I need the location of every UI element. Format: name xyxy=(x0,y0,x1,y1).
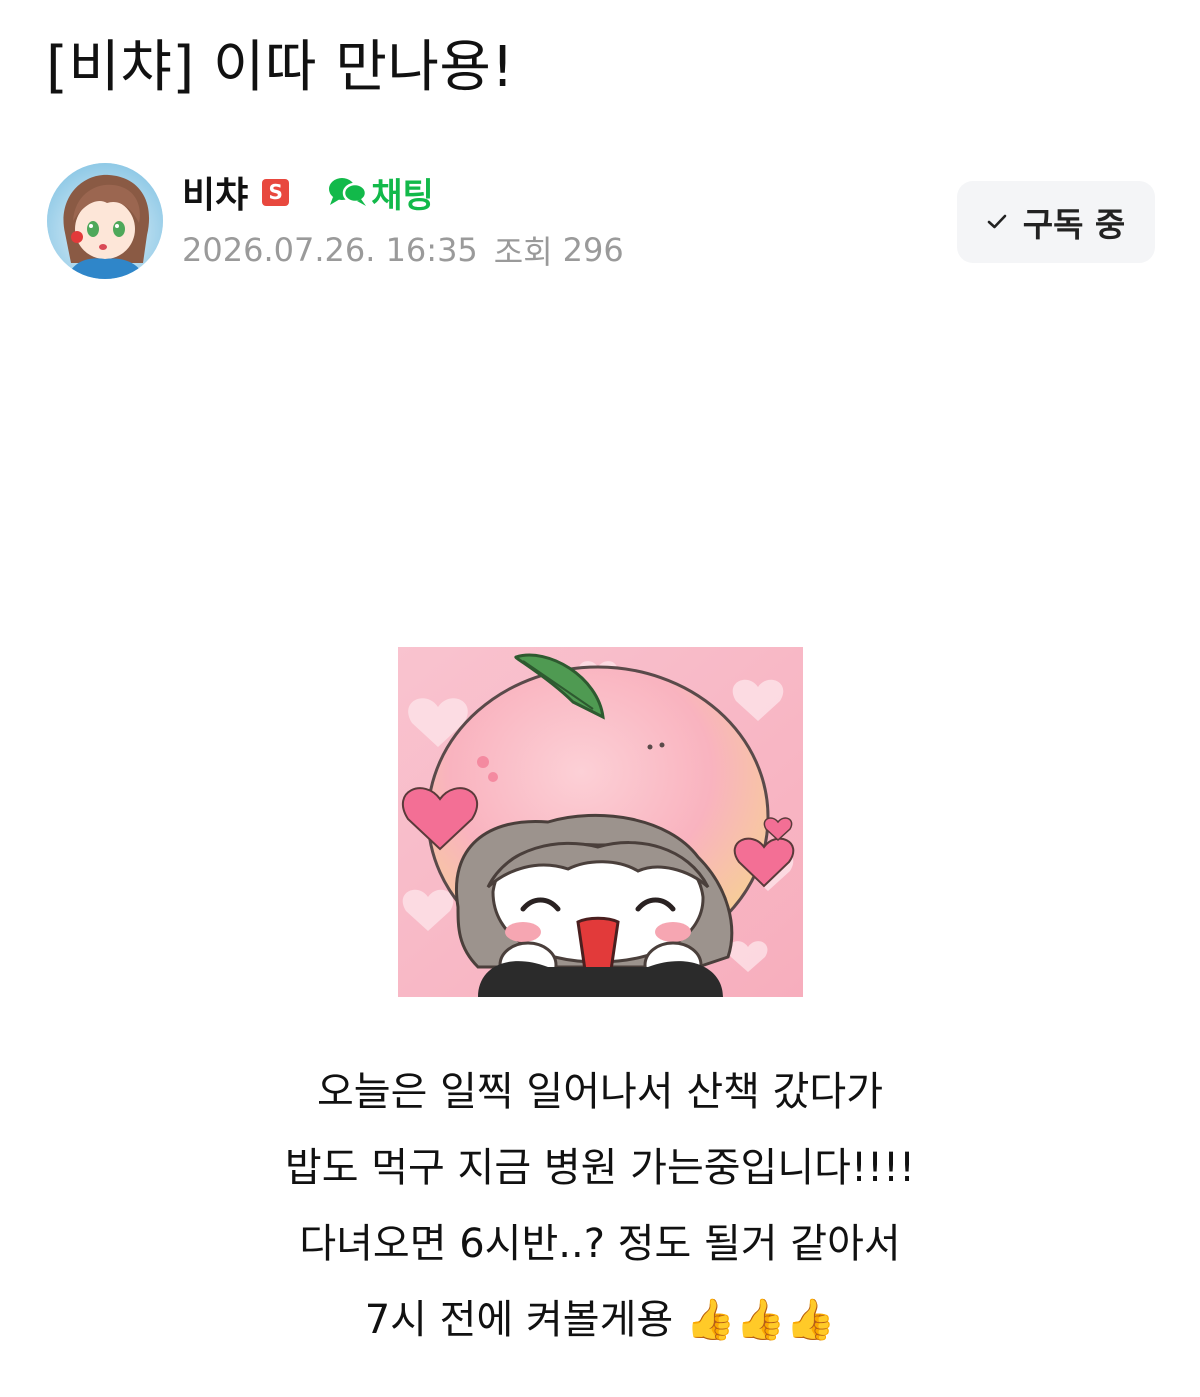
post-date: 2026.07.26. 16:35 xyxy=(182,231,478,269)
peach-sticker-image xyxy=(398,647,803,997)
peach-hat-girl-icon xyxy=(398,647,803,997)
post-title: [비챠] 이따 만나용! xyxy=(46,35,515,100)
author-avatar[interactable] xyxy=(47,163,163,279)
author-badge: S xyxy=(262,178,290,206)
body-line: 다녀오면 6시반..? 정도 될거 같아서 xyxy=(299,1221,901,1267)
post-meta: 2026.07.26. 16:35 조회 296 xyxy=(182,227,624,273)
thumbs-up-emoji: 👍👍👍 xyxy=(685,1297,836,1343)
chat-label: 채팅 xyxy=(371,175,434,216)
check-icon xyxy=(987,214,1007,229)
body-line: 밥도 먹구 지금 병원 가는중입니다!!!! xyxy=(284,1145,916,1191)
chat-bubble-icon xyxy=(329,178,368,206)
views-count: 296 xyxy=(562,231,624,269)
author-name[interactable]: 비챠 xyxy=(182,166,248,218)
body-line-last: 7시 전에 켜볼게용 👍👍👍 xyxy=(0,1282,1200,1358)
body-line: 오늘은 일찍 일어나서 산책 갔다가 xyxy=(316,1069,884,1115)
author-row: 비챠 S 채팅 xyxy=(182,168,434,216)
body-line-text: 7시 전에 켜볼게용 xyxy=(364,1297,674,1343)
chat-button[interactable]: 채팅 xyxy=(327,168,434,217)
subscribe-label: 구독 중 xyxy=(1022,205,1126,244)
avatar-image xyxy=(47,163,163,279)
views-label: 조회 xyxy=(493,233,553,271)
post-body: 오늘은 일찍 일어나서 산책 갔다가 밥도 먹구 지금 병원 가는중입니다!!!… xyxy=(0,1054,1200,1358)
subscribe-button[interactable]: 구독 중 xyxy=(957,181,1155,263)
